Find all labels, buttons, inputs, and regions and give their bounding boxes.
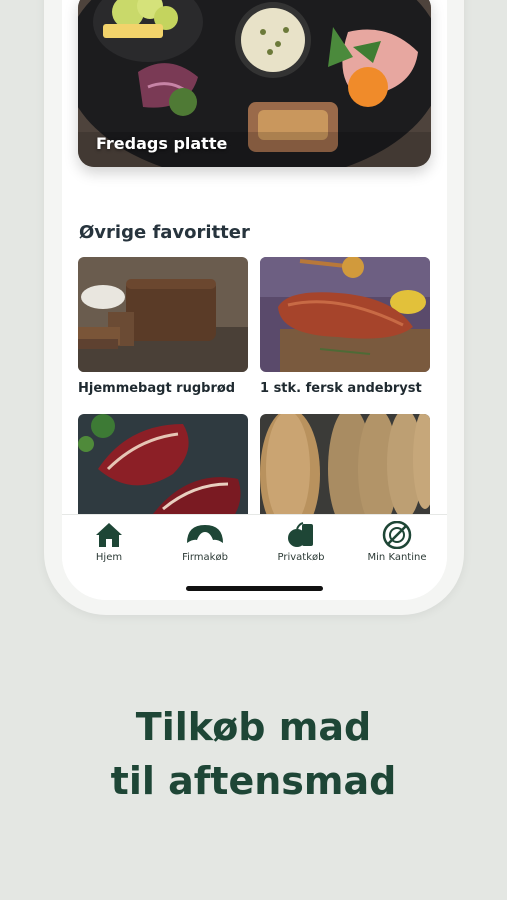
tab-label: Min Kantine bbox=[367, 552, 427, 563]
section-title: Øvrige favoritter bbox=[79, 222, 250, 243]
promo-line-2: til aftensmad bbox=[110, 759, 397, 803]
croissant-icon bbox=[187, 525, 223, 543]
featured-card-label: Fredags platte bbox=[96, 134, 228, 153]
tab-firmakob[interactable]: Firmakøb bbox=[160, 521, 250, 563]
product-image-rugbrod bbox=[78, 257, 248, 372]
product-image-andebryst bbox=[260, 257, 430, 372]
promo-line-1: Tilkøb mad bbox=[135, 705, 372, 749]
tab-hjem[interactable]: Hjem bbox=[64, 521, 154, 563]
tab-min-kantine[interactable]: Min Kantine bbox=[352, 521, 442, 563]
product-name: Hjemmebagt rugbrød bbox=[78, 381, 236, 396]
home-indicator[interactable] bbox=[186, 586, 323, 591]
tab-label: Firmakøb bbox=[182, 552, 228, 563]
featured-card-fredags-platte[interactable]: Fredags platte bbox=[78, 0, 431, 167]
plate-icon bbox=[382, 521, 412, 549]
tab-label: Privatkøb bbox=[277, 552, 325, 563]
product-card-rugbrod[interactable]: Hjemmebagt rugbrød bbox=[78, 257, 248, 396]
tab-privatkob[interactable]: Privatkøb bbox=[256, 521, 346, 563]
product-image-bread bbox=[260, 414, 430, 529]
product-card-andebryst[interactable]: 1 stk. fersk andebryst bbox=[260, 257, 430, 396]
product-image-steak bbox=[78, 414, 248, 529]
app-screen: Fredags platte Øvrige favoritter Hjemmeb… bbox=[62, 0, 447, 600]
tab-label: Hjem bbox=[95, 552, 123, 563]
home-icon bbox=[96, 523, 122, 547]
groceries-icon bbox=[288, 522, 313, 547]
product-name: 1 stk. fersk andebryst bbox=[260, 381, 422, 396]
promo-headline: Tilkøb mad til aftensmad bbox=[0, 700, 507, 808]
